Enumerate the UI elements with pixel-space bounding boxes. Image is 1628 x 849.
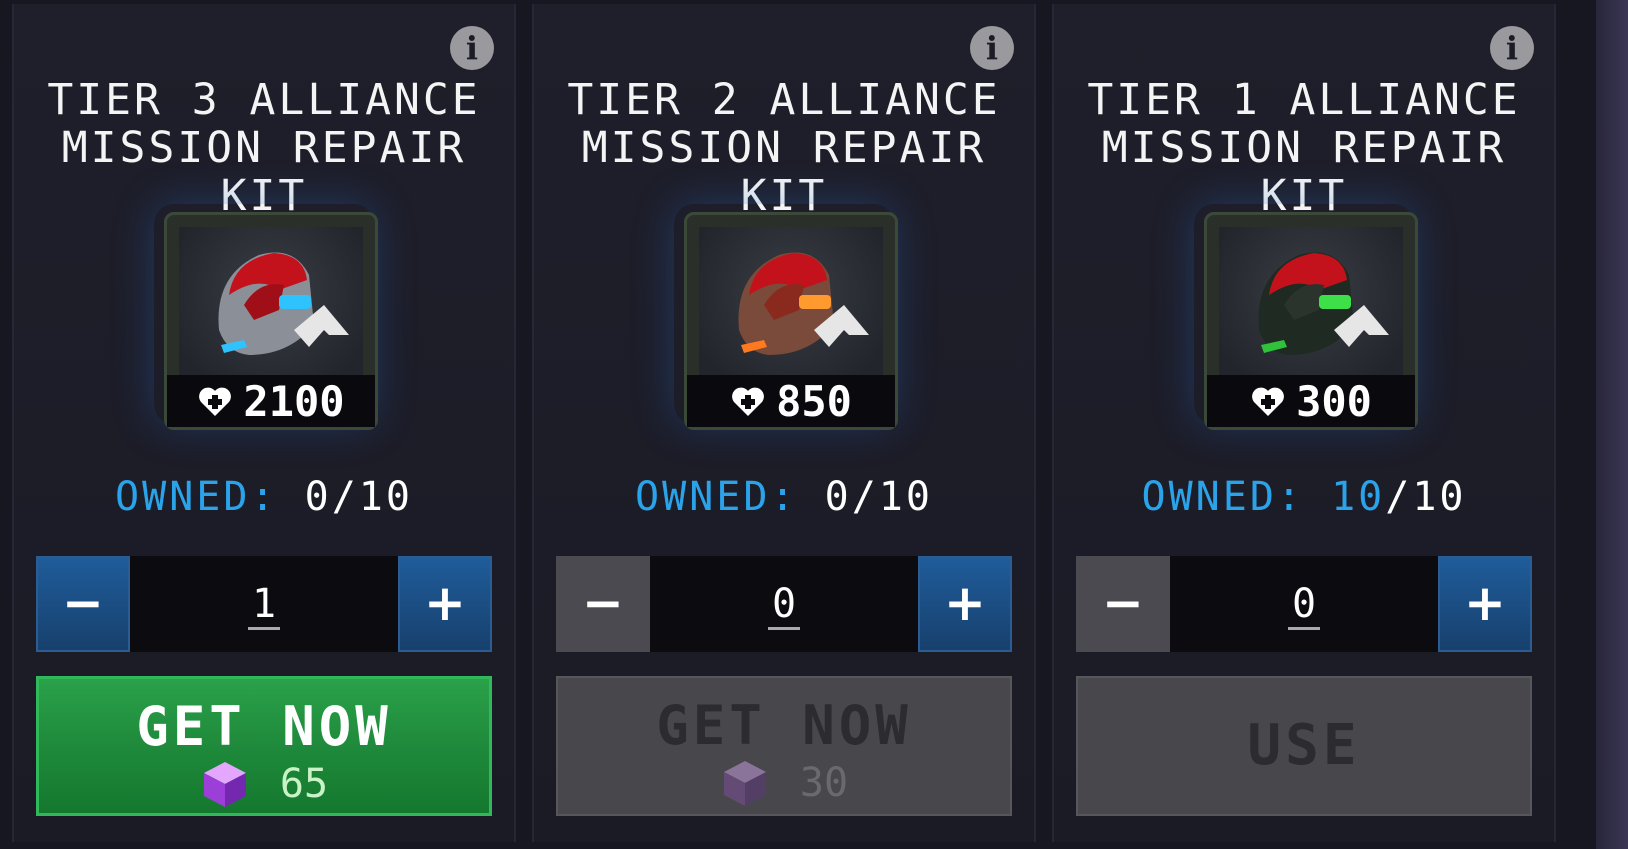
increase-button[interactable]: + — [398, 556, 492, 652]
hp-value-bar: 850 — [687, 375, 895, 427]
owned-max: /10 — [331, 474, 413, 520]
hp-value: 300 — [1296, 376, 1372, 426]
heart-plus-icon — [1252, 387, 1284, 416]
hp-value-bar: 2100 — [167, 375, 375, 427]
owned-value: 10 — [1331, 474, 1386, 520]
quantity-input[interactable]: 0 — [1170, 556, 1438, 652]
increase-button[interactable]: + — [1438, 556, 1532, 652]
owned-label: OWNED: — [1141, 474, 1304, 520]
owned-count: OWNED: 10/10 — [1054, 474, 1554, 520]
quantity-value: 0 — [1287, 581, 1321, 630]
heart-plus-icon — [199, 387, 232, 416]
hp-value: 850 — [776, 376, 852, 426]
item-image-frame[interactable]: 300 — [1204, 212, 1418, 430]
item-card-tier-2: i TIER 2 ALLIANCE MISSION REPAIR KIT 850… — [532, 4, 1036, 842]
item-image-frame[interactable]: 2100 — [164, 212, 378, 430]
background-edge — [1596, 0, 1628, 849]
item-card-tier-1: i TIER 1 ALLIANCE MISSION REPAIR KIT 300… — [1052, 4, 1556, 842]
owned-value: 0 — [824, 474, 852, 520]
item-title: TIER 1 ALLIANCE MISSION REPAIR KIT — [1054, 76, 1554, 220]
repair-kit-helmet-icon — [1258, 252, 1389, 355]
hp-value-bar: 300 — [1207, 375, 1415, 427]
quantity-input[interactable]: 0 — [650, 556, 918, 652]
cost-value: 65 — [279, 761, 329, 807]
gem-cube-icon — [723, 761, 766, 806]
repair-kit-helmet-icon — [218, 252, 349, 355]
get-now-label: GET NOW — [656, 694, 912, 757]
quantity-stepper: − 0 + — [556, 556, 1012, 652]
get-now-button[interactable]: GET NOW 30 — [556, 676, 1012, 816]
quantity-stepper: − 0 + — [1076, 556, 1532, 652]
repair-kit-helmet-icon — [738, 252, 869, 355]
get-now-label: GET NOW — [136, 695, 392, 758]
cost: 65 — [39, 759, 489, 809]
owned-max: /10 — [1385, 474, 1467, 520]
hp-value: 2100 — [243, 376, 345, 426]
item-title-line-1: TIER 3 ALLIANCE — [47, 75, 481, 125]
cost-value: 30 — [799, 760, 849, 806]
decrease-button[interactable]: − — [556, 556, 650, 652]
quantity-value: 0 — [767, 581, 801, 630]
use-button[interactable]: USE — [1076, 676, 1532, 816]
item-title: TIER 2 ALLIANCE MISSION REPAIR KIT — [534, 76, 1034, 220]
owned-value: 0 — [304, 474, 332, 520]
use-label: USE — [1247, 713, 1361, 778]
info-icon[interactable]: i — [1490, 26, 1534, 70]
heart-plus-icon — [732, 387, 764, 416]
item-title-line-1: TIER 1 ALLIANCE — [1087, 75, 1521, 125]
owned-count: OWNED: 0/10 — [14, 474, 514, 520]
owned-label: OWNED: — [115, 474, 278, 520]
item-title-line-1: TIER 2 ALLIANCE — [567, 75, 1001, 125]
quantity-value: 1 — [247, 581, 281, 630]
owned-count: OWNED: 0/10 — [534, 474, 1034, 520]
info-icon[interactable]: i — [450, 26, 494, 70]
decrease-button[interactable]: − — [1076, 556, 1170, 652]
item-card-tier-3: i TIER 3 ALLIANCE MISSION REPAIR KIT 210… — [12, 4, 516, 842]
owned-max: /10 — [851, 474, 933, 520]
quantity-stepper: − 1 + — [36, 556, 492, 652]
decrease-button[interactable]: − — [36, 556, 130, 652]
get-now-button[interactable]: GET NOW 65 — [36, 676, 492, 816]
item-title: TIER 3 ALLIANCE MISSION REPAIR KIT — [14, 76, 514, 220]
item-image-frame[interactable]: 850 — [684, 212, 898, 430]
gem-cube-icon — [203, 762, 246, 807]
owned-label: OWNED: — [635, 474, 798, 520]
increase-button[interactable]: + — [918, 556, 1012, 652]
cost: 30 — [558, 758, 1010, 808]
quantity-input[interactable]: 1 — [130, 556, 398, 652]
info-icon[interactable]: i — [970, 26, 1014, 70]
